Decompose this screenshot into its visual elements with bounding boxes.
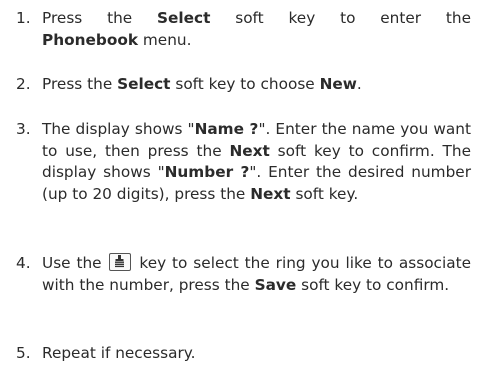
step-text-segment: Press the xyxy=(42,75,118,93)
display-prompt: Number ? xyxy=(164,163,250,181)
step-number: 4. xyxy=(16,254,31,272)
step-text-segment: Repeat if necessary. xyxy=(42,344,196,362)
soft-key-name: Save xyxy=(254,275,297,294)
step-text: Press the Select soft key to choose New. xyxy=(16,74,471,96)
step-text-segment: soft key to enter the xyxy=(210,9,472,27)
step-1: 1. Press the Select soft key to enter th… xyxy=(16,8,471,51)
step-number: 5. xyxy=(16,344,31,362)
step-number: 1. xyxy=(16,9,31,27)
step-text: Press the Select soft key to enter the P… xyxy=(16,8,471,51)
step-text-segment: Use the xyxy=(42,254,108,272)
step-3: 3. The display shows "Name ?". Enter the… xyxy=(16,119,471,205)
step-text: The display shows "Name ?". Enter the na… xyxy=(16,119,471,205)
soft-key-name: Select xyxy=(157,9,211,27)
step-4: 4. Use the key to select the ring you li… xyxy=(16,253,471,296)
step-number: 3. xyxy=(16,120,31,138)
instruction-page: 1. Press the Select soft key to enter th… xyxy=(0,0,485,386)
step-2: 2. Press the Select soft key to choose N… xyxy=(16,74,471,96)
menu-name: Phonebook xyxy=(42,30,139,49)
phonebook-key-icon xyxy=(109,253,132,271)
step-5: 5. Repeat if necessary. xyxy=(16,343,471,365)
step-text-segment: menu. xyxy=(138,30,192,49)
menu-option-name: New xyxy=(319,75,357,93)
soft-key-name: Select xyxy=(117,75,171,93)
step-text-segment: The display shows " xyxy=(42,120,195,138)
step-text-segment: . xyxy=(356,75,362,93)
soft-key-name: Next xyxy=(250,184,291,203)
step-text: Repeat if necessary. xyxy=(16,343,471,365)
display-prompt: Name ? xyxy=(194,120,259,138)
step-text-segment: soft key to confirm. xyxy=(296,275,450,294)
step-text-segment: soft key to choose xyxy=(170,75,320,93)
soft-key-name: Next xyxy=(229,141,270,160)
step-text: Use the key to select the ring you like … xyxy=(16,253,471,296)
step-text-segment: soft key. xyxy=(290,184,359,203)
step-number: 2. xyxy=(16,75,31,93)
step-text-segment: Press the xyxy=(42,9,158,27)
